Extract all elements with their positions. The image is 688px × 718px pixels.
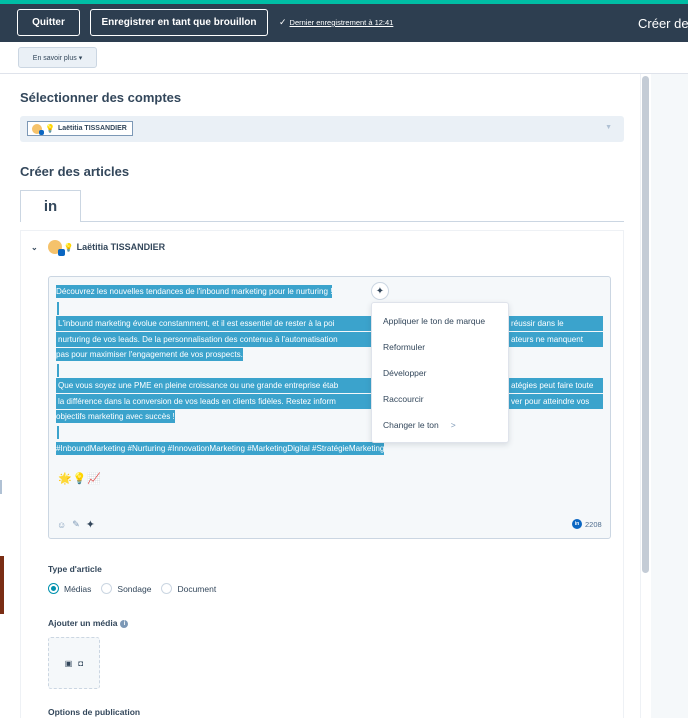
editor-line: objectifs marketing avec succès !	[56, 410, 175, 423]
articles-section-title: Créer des articles	[20, 164, 130, 179]
accounts-section-title: Sélectionner des comptes	[20, 90, 182, 105]
editor-line: L'inbound marketing évolue constamment, …	[56, 316, 603, 331]
save-draft-button[interactable]: Enregistrer en tant que brouillon	[90, 9, 268, 36]
emoji-icon[interactable]: ☺	[57, 520, 66, 530]
radio-document[interactable]	[161, 583, 173, 594]
radio-medias[interactable]	[48, 583, 59, 594]
last-saved-link[interactable]: Dernier enregistrement à 12:41	[290, 18, 394, 27]
selection-blank	[57, 302, 59, 315]
sparkle-icon[interactable]: ✦	[86, 518, 95, 531]
tab-linkedin[interactable]: in	[20, 190, 81, 222]
account-chip-label: Laëtitia TISSANDIER	[57, 125, 127, 132]
radio-sondage-label[interactable]: Sondage	[117, 584, 151, 594]
editor-line: pas pour maximiser l'engagement de vos p…	[56, 348, 243, 361]
editor-hashtags: #InboundMarketing #Nurturing #Innovation…	[56, 442, 385, 455]
left-edge-panel	[0, 556, 4, 614]
ai-assistant-menu: Appliquer le ton de marque Reformuler Dé…	[371, 302, 509, 443]
top-toolbar: Quitter Enregistrer en tant que brouillo…	[0, 4, 688, 42]
lightbulb-icon: 💡	[63, 242, 74, 252]
selection-blank	[57, 426, 59, 439]
info-icon[interactable]: i	[120, 619, 129, 628]
menu-item-change-tone-label: Changer le ton	[383, 420, 439, 430]
video-icon[interactable]: ◘	[78, 659, 83, 668]
preview-panel	[651, 74, 688, 718]
menu-item-rephrase[interactable]: Reformuler	[383, 342, 425, 352]
character-count: in 2208	[572, 519, 602, 529]
left-edge-marker	[0, 480, 2, 494]
media-dropzone[interactable]: ▣ ◘	[48, 637, 100, 689]
character-count-value: 2208	[585, 519, 602, 529]
chevron-right-icon: >	[450, 420, 456, 430]
check-icon: ✓	[279, 17, 287, 27]
radio-medias-label[interactable]: Médias	[64, 584, 91, 594]
selection-blank	[57, 364, 59, 377]
account-selector[interactable]: 💡 Laëtitia TISSANDIER ▼	[20, 116, 624, 142]
menu-item-expand[interactable]: Développer	[383, 368, 426, 378]
add-media-label-text: Ajouter un média	[48, 618, 118, 628]
editor-emojis: 🌟💡📈	[58, 473, 103, 485]
add-media-label: Ajouter un média i	[48, 618, 129, 628]
editor-line: Que vous soyez une PME en pleine croissa…	[56, 378, 603, 393]
post-type-options: Médias Sondage Document	[48, 583, 226, 594]
post-account-name: Laëtitia TISSANDIER	[76, 242, 166, 252]
lightbulb-icon: 💡	[45, 124, 55, 133]
chevron-down-icon[interactable]: ⌄	[31, 243, 38, 252]
editor-line: nurturing de vos leads. De la personnali…	[56, 332, 603, 347]
tab-linkedin-label: in	[43, 198, 58, 215]
account-chip[interactable]: 💡 Laëtitia TISSANDIER	[27, 121, 133, 136]
publish-options-label: Options de publication	[48, 707, 141, 717]
menu-item-brand-tone[interactable]: Appliquer le ton de marque	[383, 316, 485, 326]
last-saved-status: ✓ Dernier enregistrement à 12:41	[279, 17, 393, 28]
avatar	[47, 240, 65, 256]
learn-more-button[interactable]: En savoir plus ▾	[18, 47, 97, 68]
post-type-label: Type d'article	[48, 564, 102, 574]
editor-line: Découvrez les nouvelles tendances de l'i…	[56, 285, 333, 298]
sparkle-icon[interactable]: ✦	[371, 282, 389, 300]
quit-button[interactable]: Quitter	[17, 9, 80, 36]
radio-document-label[interactable]: Document	[177, 584, 216, 594]
attachment-icon[interactable]: ✎	[72, 519, 80, 530]
avatar	[32, 123, 44, 135]
sub-toolbar: En savoir plus ▾	[0, 42, 688, 74]
radio-sondage[interactable]	[101, 583, 113, 594]
linkedin-icon: in	[572, 519, 582, 529]
tab-divider	[20, 221, 624, 222]
chevron-down-icon[interactable]: ▼	[605, 124, 612, 131]
editor-toolbar: ☺ ✎ ✦	[57, 518, 95, 531]
menu-item-shorten[interactable]: Raccourcir	[383, 394, 424, 404]
page-title: Créer de	[638, 16, 688, 31]
image-icon[interactable]: ▣	[65, 659, 73, 668]
post-account-header[interactable]: ⌄ 💡 Laëtitia TISSANDIER	[31, 240, 166, 256]
editor-line: la différence dans la conversion de vos …	[56, 394, 603, 409]
scrollbar-thumb[interactable]	[642, 76, 649, 573]
menu-item-change-tone[interactable]: Changer le ton >	[383, 420, 456, 430]
